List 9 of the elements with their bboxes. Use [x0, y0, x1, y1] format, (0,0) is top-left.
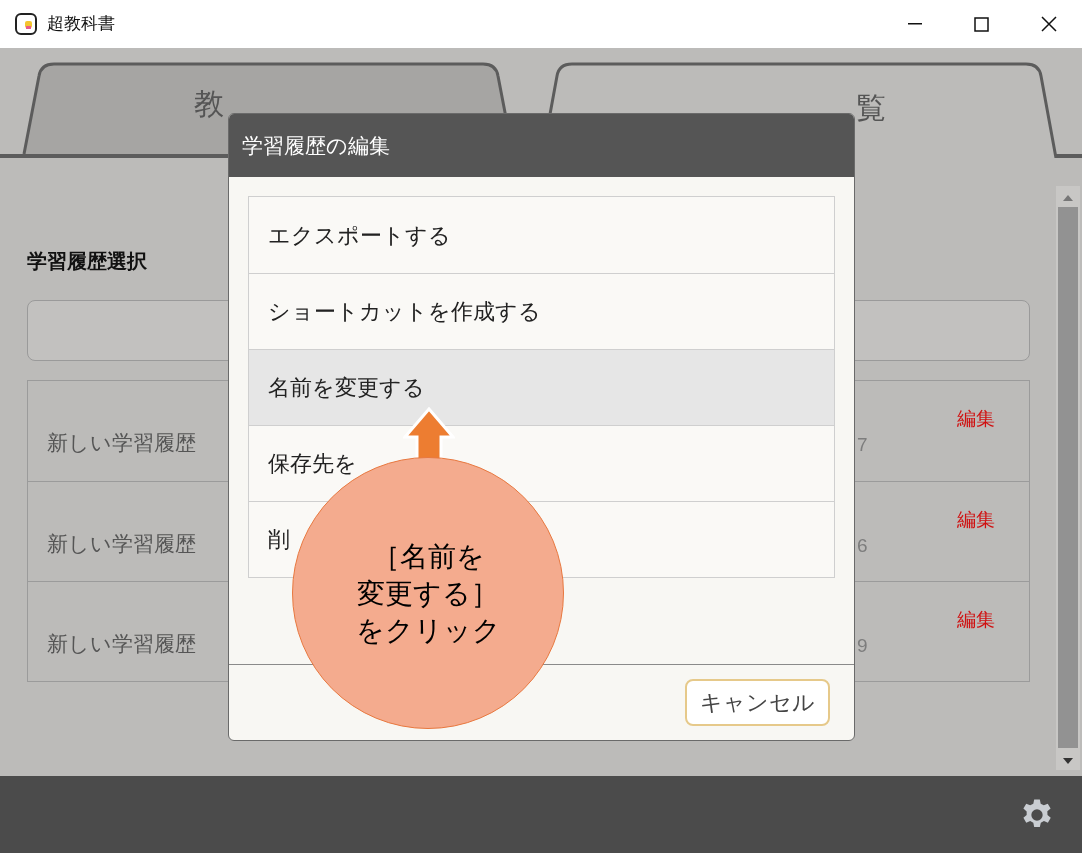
callout-text: をクリック — [355, 613, 501, 648]
history-date: 7 — [857, 433, 868, 457]
history-date: 6 — [857, 534, 868, 558]
window-title: 超教科書 — [47, 13, 115, 36]
callout-text: 変更する］ — [357, 576, 499, 611]
section-title: 学習履歴選択 — [27, 249, 148, 274]
dialog-title: 学習履歴の編集 — [229, 114, 854, 177]
callout-text: ［名前を — [371, 539, 485, 574]
history-date: 9 — [857, 634, 868, 658]
